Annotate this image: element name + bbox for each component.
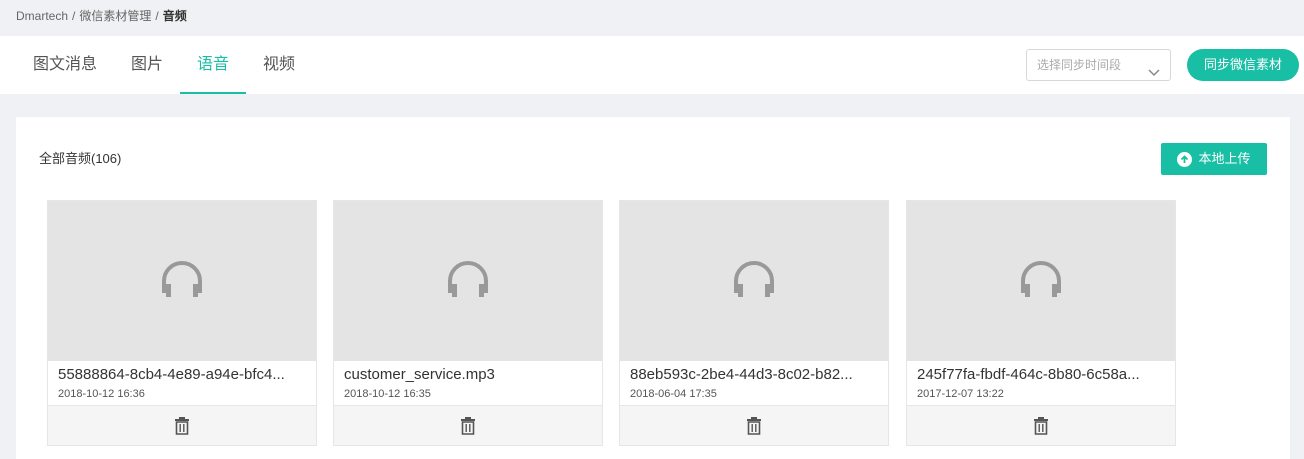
audio-thumbnail[interactable] [620,201,888,361]
trash-icon[interactable] [1033,416,1049,435]
audio-file-name: 245f77fa-fbdf-464c-8b80-6c58a... [917,366,1140,383]
audio-file-name: 88eb593c-2be4-44d3-8c02-b82... [630,366,853,383]
tab-voice[interactable]: 语音 [180,36,247,94]
breadcrumb-item-current: 音频 [162,9,187,23]
card-actions [620,405,888,445]
card-actions [334,405,602,445]
topbar: 图文消息 图片 语音 视频 选择同步时间段 同步微信素材 [0,36,1304,94]
tab-images[interactable]: 图片 [114,36,180,94]
breadcrumb: Dmartech / 微信素材管理 / 音频 [16,8,187,24]
breadcrumb-item-wechat-materials[interactable]: 微信素材管理 [79,8,151,24]
audio-file-date: 2018-10-12 16:35 [344,388,431,400]
local-upload-label: 本地上传 [1198,151,1251,166]
audio-file-date: 2018-06-04 17:35 [630,388,717,400]
audio-card[interactable]: 88eb593c-2be4-44d3-8c02-b82... 2018-06-0… [619,200,889,446]
audio-file-date: 2018-10-12 16:36 [58,388,145,400]
audio-file-name: 55888864-8cb4-4e89-a94e-bfc4... [58,366,285,383]
chevron-down-icon [1148,59,1160,77]
tab-bar: 图文消息 图片 语音 视频 [16,36,312,94]
tab-news[interactable]: 图文消息 [16,36,114,94]
sync-period-select[interactable]: 选择同步时间段 [1026,49,1171,81]
audio-file-name: customer_service.mp3 [344,366,495,383]
audio-card[interactable]: 245f77fa-fbdf-464c-8b80-6c58a... 2017-12… [906,200,1176,446]
sync-period-placeholder: 选择同步时间段 [1037,58,1122,72]
breadcrumb-separator: / [155,9,159,23]
arrow-up-circle-icon [1177,151,1193,167]
audio-card[interactable]: customer_service.mp3 2018-10-12 16:35 [333,200,603,446]
headphones-icon [160,257,204,306]
headphones-icon [446,257,490,306]
local-upload-button[interactable]: 本地上传 [1161,143,1267,175]
audio-thumbnail[interactable] [334,201,602,361]
audio-thumbnail[interactable] [48,201,316,361]
breadcrumb-separator: / [72,9,76,23]
trash-icon[interactable] [746,416,762,435]
tab-video[interactable]: 视频 [246,36,312,94]
headphones-icon [732,257,776,306]
headphones-icon [1019,257,1063,306]
breadcrumb-item-home[interactable]: Dmartech [16,8,68,24]
trash-icon[interactable] [460,416,476,435]
sync-wechat-materials-button[interactable]: 同步微信素材 [1187,49,1299,81]
trash-icon[interactable] [174,416,190,435]
card-actions [48,405,316,445]
panel-title: 全部音频(106) [39,151,122,166]
audio-thumbnail[interactable] [907,201,1175,361]
card-actions [907,405,1175,445]
audio-file-date: 2017-12-07 13:22 [917,388,1004,400]
audio-card[interactable]: 55888864-8cb4-4e89-a94e-bfc4... 2018-10-… [47,200,317,446]
audio-panel: 全部音频(106) 本地上传 55888864-8cb4-4e89-a94e-b… [16,117,1290,459]
